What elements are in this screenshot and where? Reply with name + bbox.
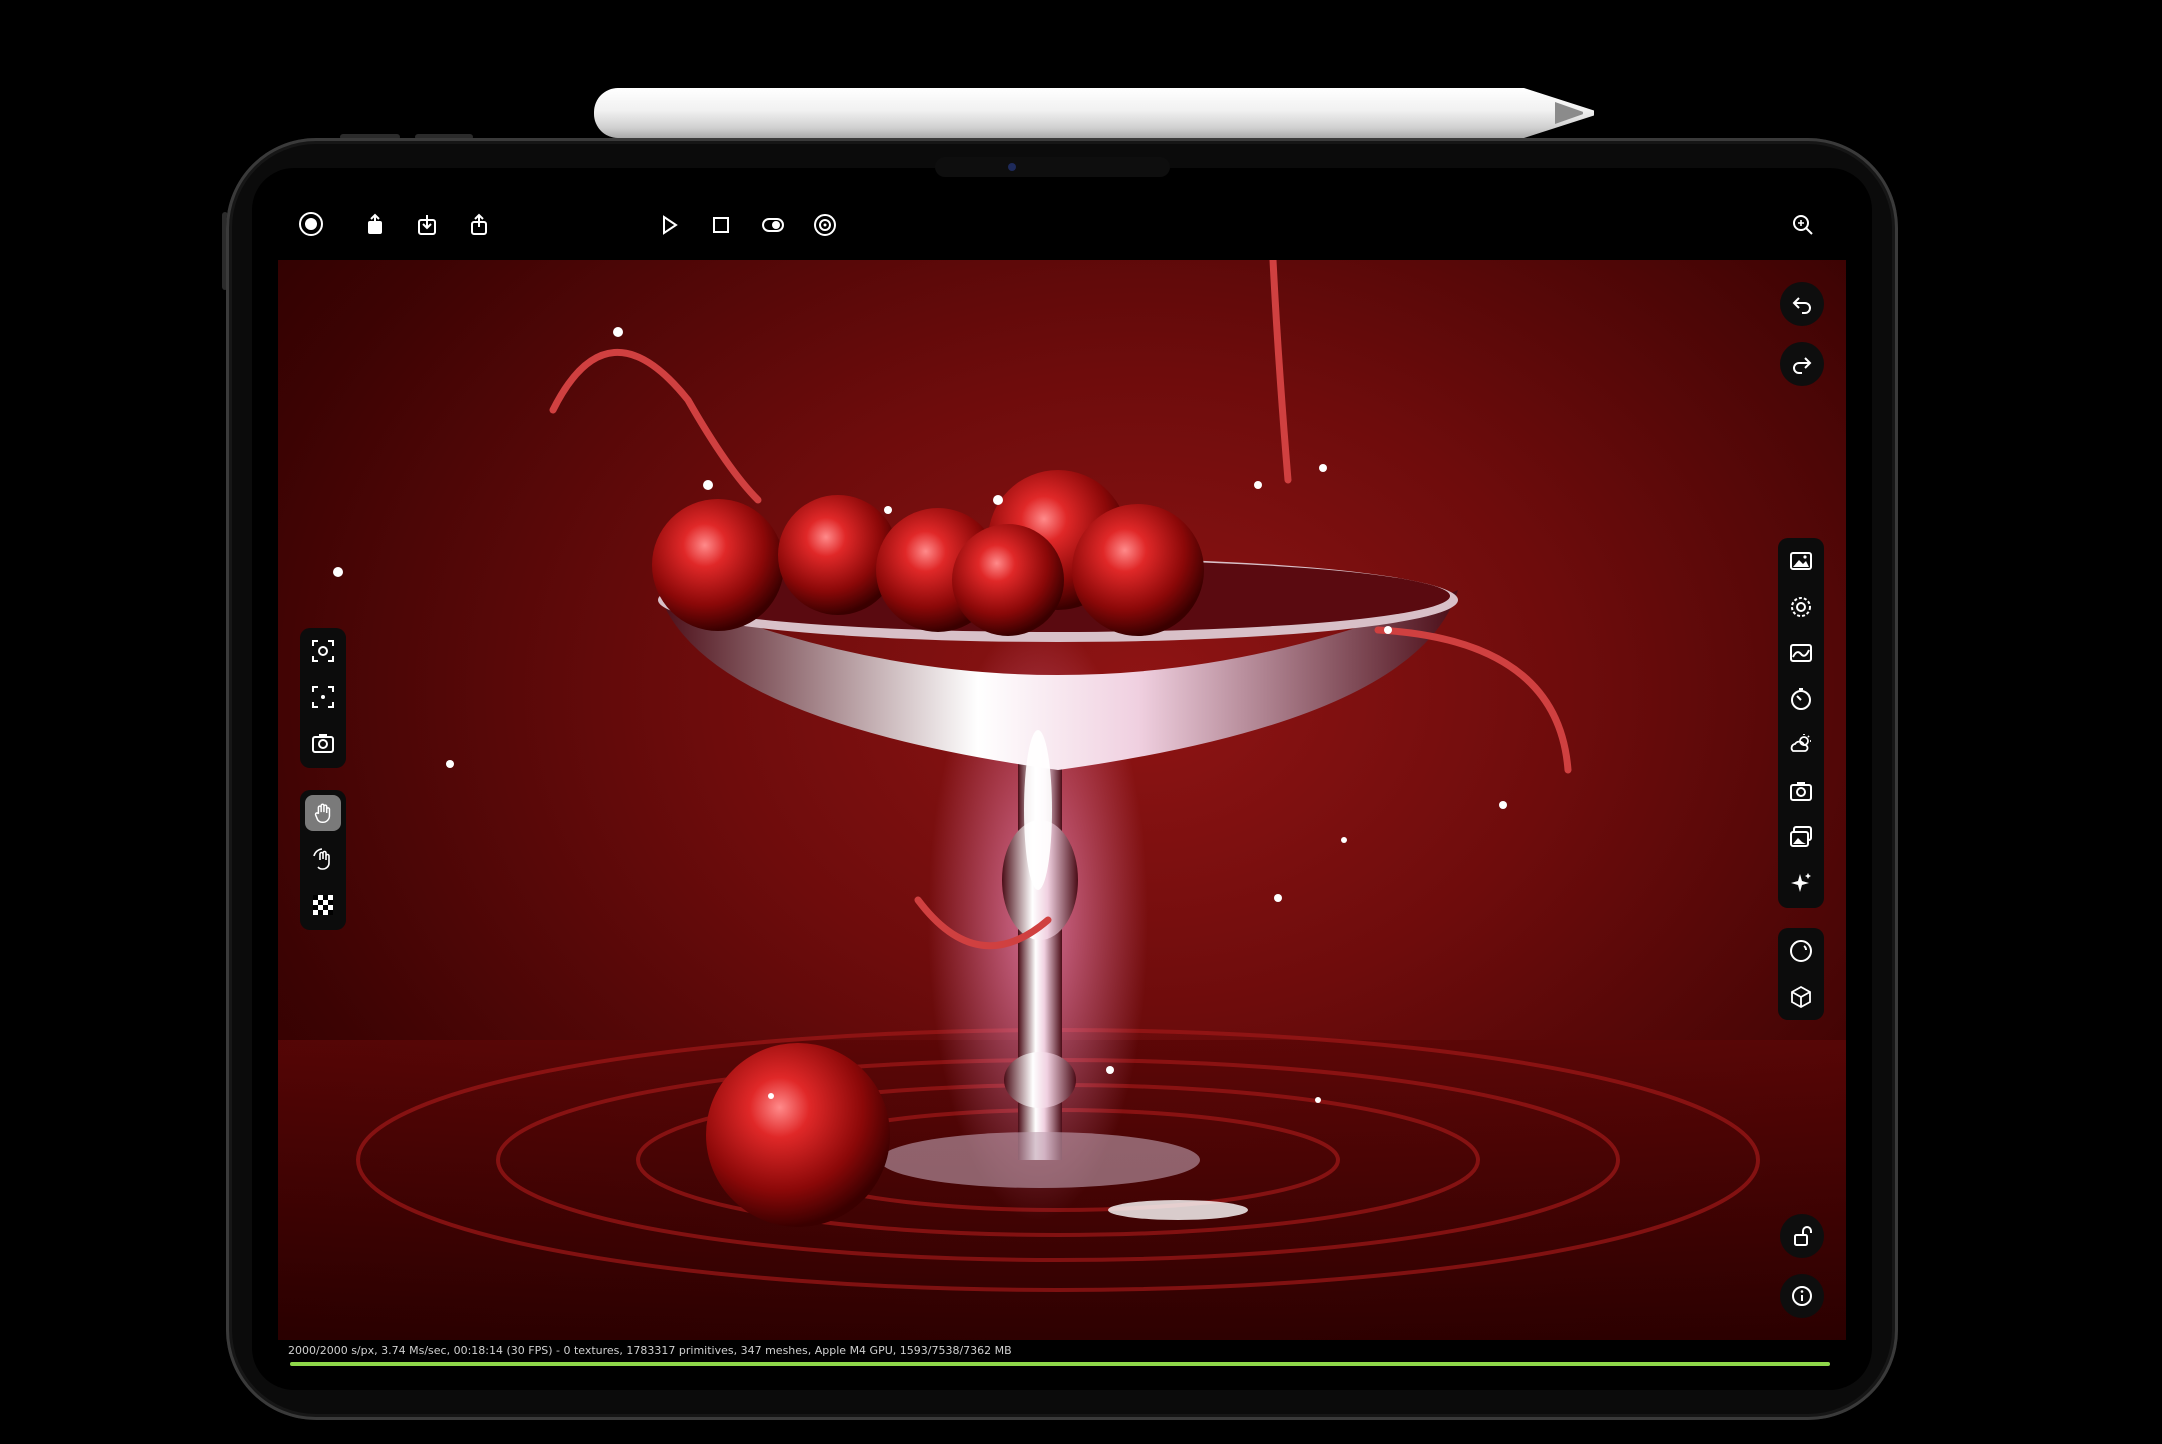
cube-icon[interactable]: [1778, 974, 1824, 1020]
checkerboard-icon[interactable]: [300, 882, 346, 928]
render-status-text: 2000/2000 s/px, 3.74 Ms/sec, 00:18:14 (3…: [288, 1344, 1012, 1357]
material-ball-icon[interactable]: [1778, 928, 1824, 974]
redo-button[interactable]: [1780, 342, 1824, 386]
hand-tool-active: [305, 795, 341, 831]
camera-bar: [935, 157, 1170, 177]
info-icon: [1792, 1286, 1812, 1306]
upload-icon[interactable]: [355, 205, 395, 245]
redo-icon: [1793, 357, 1812, 374]
gallery-icon[interactable]: [1778, 814, 1824, 860]
focus-icon[interactable]: [300, 674, 346, 720]
render-viewport[interactable]: [278, 260, 1846, 1340]
unlock-icon: [1794, 1226, 1812, 1246]
import-icon[interactable]: [407, 205, 447, 245]
exposure-icon[interactable]: [1778, 630, 1824, 676]
camera-tools-panel: [300, 628, 346, 768]
camera-rotate-icon[interactable]: [300, 720, 346, 766]
share-icon[interactable]: [459, 205, 499, 245]
target-icon[interactable]: [805, 205, 845, 245]
navigation-tools-panel: [300, 790, 346, 930]
undo-button[interactable]: [1780, 282, 1824, 326]
render-progress-fill: [290, 1362, 1830, 1366]
play-icon[interactable]: [649, 205, 689, 245]
toggle-icon[interactable]: [753, 205, 793, 245]
zoom-icon[interactable]: [1783, 205, 1823, 245]
stop-icon[interactable]: [701, 205, 741, 245]
weather-icon[interactable]: [1778, 722, 1824, 768]
camera-lens: [1008, 163, 1016, 171]
camera-icon[interactable]: [1778, 768, 1824, 814]
orbit-icon[interactable]: [300, 836, 346, 882]
lock-button[interactable]: [1780, 1214, 1824, 1258]
render-settings-panel: [1778, 538, 1824, 908]
apple-pencil: [594, 88, 1594, 138]
render-image: [278, 260, 1846, 1340]
sparkle-icon[interactable]: [1778, 860, 1824, 906]
view-panel: [1778, 928, 1824, 1020]
info-button[interactable]: [1780, 1274, 1824, 1318]
undo-icon: [1792, 297, 1811, 314]
frame-selection-icon[interactable]: [300, 628, 346, 674]
hand-icon[interactable]: [300, 790, 346, 836]
timer-icon[interactable]: [1778, 676, 1824, 722]
settings-icon[interactable]: [1778, 584, 1824, 630]
image-icon[interactable]: [1778, 538, 1824, 584]
logo-icon[interactable]: [291, 204, 331, 244]
